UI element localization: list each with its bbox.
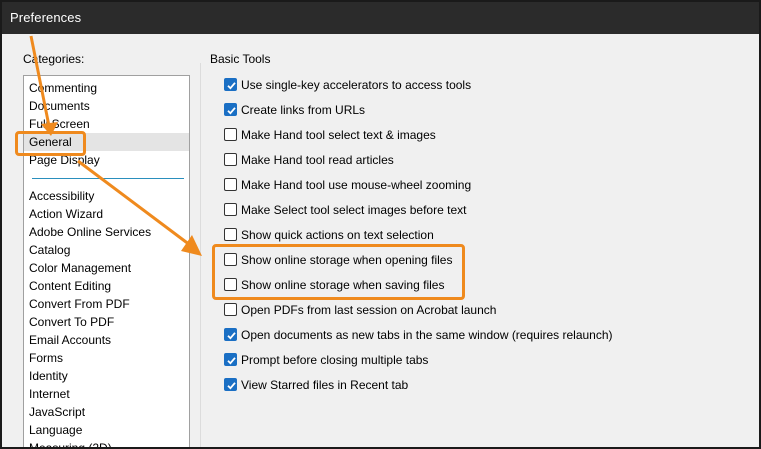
category-item-accessibility[interactable]: Accessibility xyxy=(24,187,189,205)
category-item-language[interactable]: Language xyxy=(24,421,189,439)
category-item-internet[interactable]: Internet xyxy=(24,385,189,403)
checkbox-create-links-from-urls[interactable] xyxy=(224,103,237,116)
checkbox-make-hand-tool-select-text-images[interactable] xyxy=(224,128,237,141)
checkbox-show-quick-actions-on-text-selection[interactable] xyxy=(224,228,237,241)
option-label-create-links-from-urls: Create links from URLs xyxy=(241,103,366,117)
checkmark-icon xyxy=(227,82,236,90)
category-item-email-accounts[interactable]: Email Accounts xyxy=(24,331,189,349)
option-label-make-hand-tool-read-articles: Make Hand tool read articles xyxy=(241,153,394,167)
dialog-content: Categories: Commenting Documents Full Sc… xyxy=(2,34,759,447)
panel-divider xyxy=(200,63,201,447)
option-label-open-pdfs-from-last-session-on-acrobat-launch: Open PDFs from last session on Acrobat l… xyxy=(241,303,497,317)
option-label-view-starred-files-in-recent-tab: View Starred files in Recent tab xyxy=(241,378,409,392)
annotation-highlight-general xyxy=(15,131,86,156)
checkbox-open-pdfs-from-last-session-on-acrobat-launch[interactable] xyxy=(224,303,237,316)
checkbox-make-select-tool-select-images-before-text[interactable] xyxy=(224,203,237,216)
category-item-convert-from-pdf[interactable]: Convert From PDF xyxy=(24,295,189,313)
category-item-convert-to-pdf[interactable]: Convert To PDF xyxy=(24,313,189,331)
option-label-make-select-tool-select-images-before-text: Make Select tool select images before te… xyxy=(241,203,467,217)
category-item-javascript[interactable]: JavaScript xyxy=(24,403,189,421)
window-title: Preferences xyxy=(10,10,82,25)
checkbox-view-starred-files-in-recent-tab[interactable] xyxy=(224,378,237,391)
basic-tools-heading: Basic Tools xyxy=(210,52,271,66)
checkmark-icon xyxy=(227,332,236,340)
category-item-commenting[interactable]: Commenting xyxy=(24,79,189,97)
checkbox-make-hand-tool-read-articles[interactable] xyxy=(224,153,237,166)
category-item-catalog[interactable]: Catalog xyxy=(24,241,189,259)
option-label-make-hand-tool-use-mouse-wheel-zooming: Make Hand tool use mouse-wheel zooming xyxy=(241,178,472,192)
category-item-documents[interactable]: Documents xyxy=(24,97,189,115)
checkbox-make-hand-tool-use-mouse-wheel-zooming[interactable] xyxy=(224,178,237,191)
checkbox-use-single-key-accelerators-to-access-tools[interactable] xyxy=(224,78,237,91)
category-item-forms[interactable]: Forms xyxy=(24,349,189,367)
checkmark-icon xyxy=(227,357,236,365)
option-label-use-single-key-accelerators-to-access-tools: Use single-key accelerators to access to… xyxy=(241,78,472,92)
category-item-color-management[interactable]: Color Management xyxy=(24,259,189,277)
option-label-open-documents-as-new-tabs-in-the-same-window-requires-relaunch: Open documents as new tabs in the same w… xyxy=(241,328,613,342)
checkbox-open-documents-as-new-tabs-in-the-same-window-requires-relaunch[interactable] xyxy=(224,328,237,341)
category-item-adobe-online-services[interactable]: Adobe Online Services xyxy=(24,223,189,241)
checkmark-icon xyxy=(227,107,236,115)
checkmark-icon xyxy=(227,382,236,390)
category-separator xyxy=(32,178,184,179)
option-label-prompt-before-closing-multiple-tabs: Prompt before closing multiple tabs xyxy=(241,353,429,367)
categories-label: Categories: xyxy=(23,52,85,66)
option-label-show-quick-actions-on-text-selection: Show quick actions on text selection xyxy=(241,228,434,242)
category-item-action-wizard[interactable]: Action Wizard xyxy=(24,205,189,223)
category-item-measuring-2d[interactable]: Measuring (2D) xyxy=(24,439,189,447)
category-item-identity[interactable]: Identity xyxy=(24,367,189,385)
category-item-content-editing[interactable]: Content Editing xyxy=(24,277,189,295)
checkbox-prompt-before-closing-multiple-tabs[interactable] xyxy=(224,353,237,366)
preferences-dialog: Preferences Categories: Commenting Docum… xyxy=(0,0,761,449)
annotation-highlight-online-storage xyxy=(212,244,465,300)
option-label-make-hand-tool-select-text-images: Make Hand tool select text & images xyxy=(241,128,436,142)
title-bar: Preferences xyxy=(2,2,759,34)
